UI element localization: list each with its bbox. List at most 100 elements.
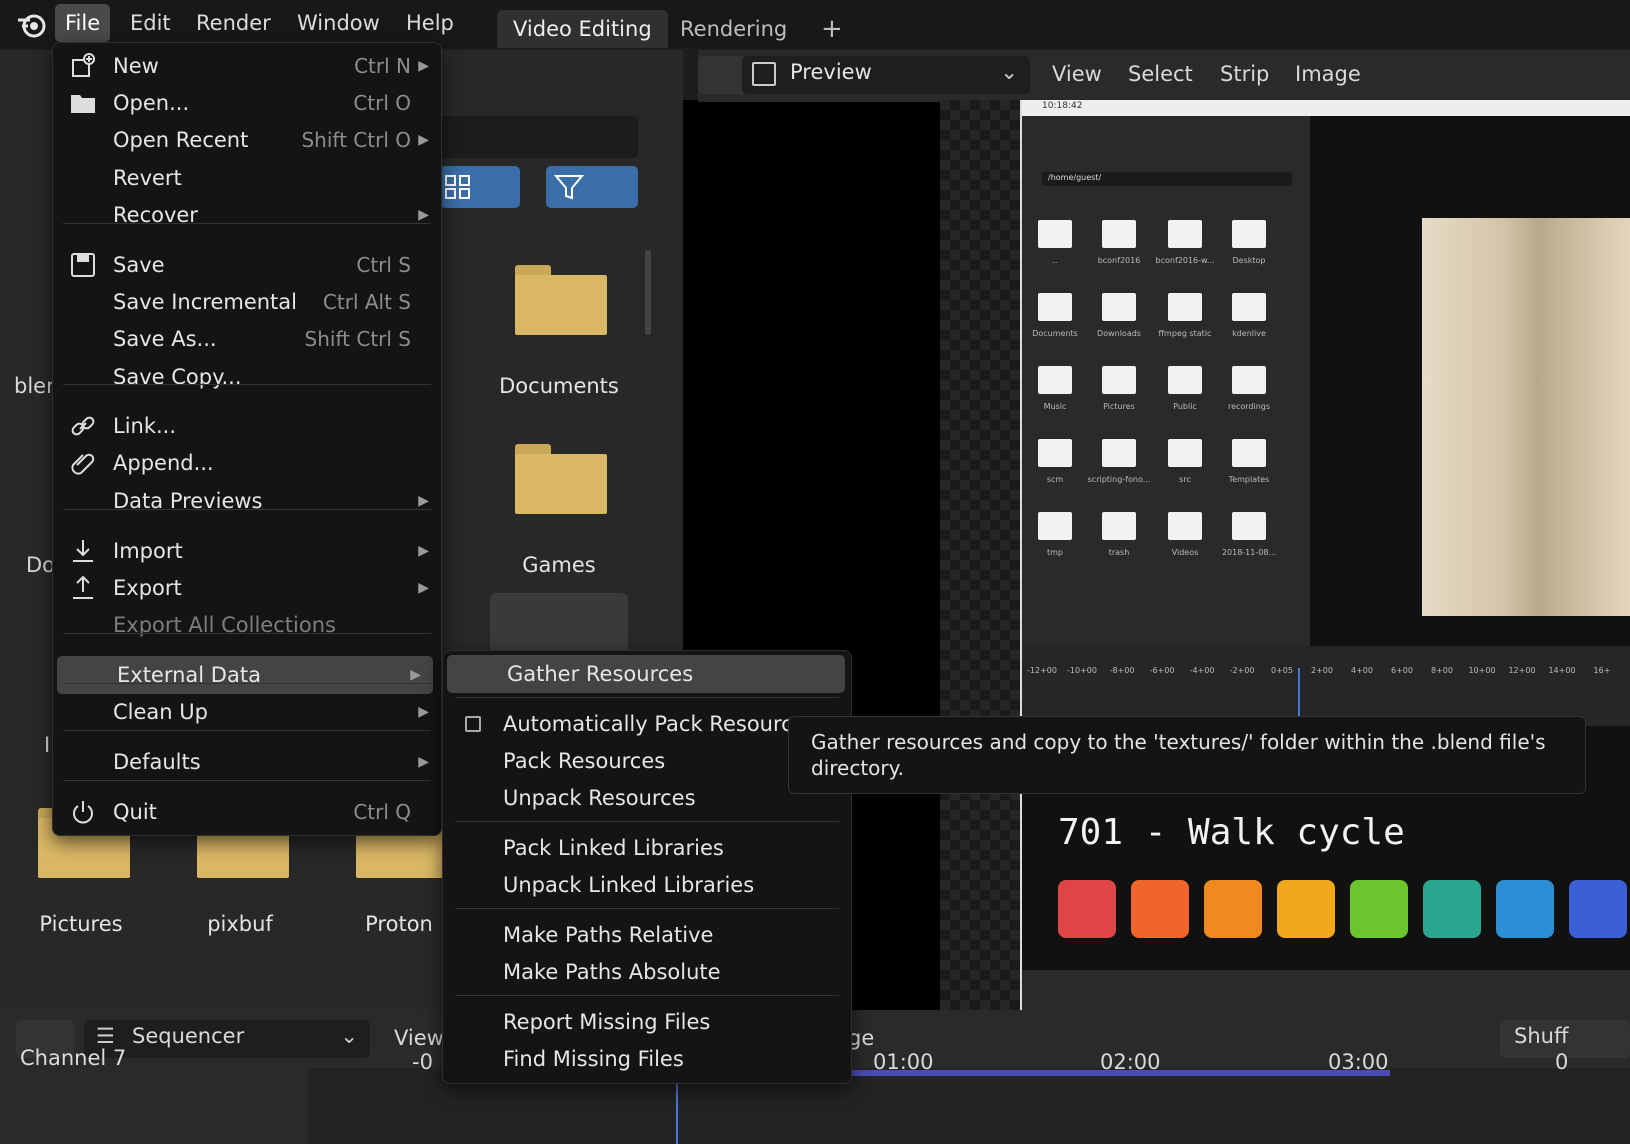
menu-separator [63, 683, 431, 684]
menu-window[interactable]: Window [287, 4, 390, 42]
sequencer-mode-label: Sequencer [132, 1024, 245, 1048]
file-menu-item-revert[interactable]: Revert [53, 159, 441, 197]
file-menu: New Ctrl N ▶ Open... Ctrl O Open Recent Shift … [52, 42, 442, 836]
file-menu-item-save-incremental[interactable]: Save Incremental Ctrl Alt S [53, 283, 441, 321]
external-menu-item-make-paths-relative[interactable]: Make Paths Relative [443, 916, 851, 954]
file-menu-item-data-previews[interactable]: Data Previews ▶ [53, 482, 441, 520]
mini-folder-label: Music [1043, 402, 1067, 411]
menu-separator [63, 633, 431, 634]
folder-label-partial: bler [14, 374, 55, 398]
app-icon [1423, 880, 1481, 938]
submenu-arrow-icon: ▶ [418, 132, 429, 148]
file-menu-item-append[interactable]: Append... [53, 444, 441, 482]
menu-item-label: Clean Up [113, 700, 208, 724]
menu-strip[interactable]: Strip [1220, 62, 1269, 86]
app-icon [1496, 880, 1554, 938]
menu-item-label: Automatically Pack Resources [503, 712, 817, 736]
file-menu-item-external-data[interactable]: External Data ▶ [57, 656, 433, 694]
checkbox[interactable] [465, 716, 481, 732]
folder-label-documents: Documents [499, 374, 619, 398]
external-menu-item-find-missing-files[interactable]: Find Missing Files [443, 1040, 851, 1078]
file-menu-item-open[interactable]: Open... Ctrl O [53, 84, 441, 122]
tooltip-line: Gather resources and copy to the 'textur… [811, 730, 1546, 754]
app-icon [1350, 880, 1408, 938]
grid-view-button[interactable] [440, 166, 520, 208]
menu-image[interactable]: Image [1295, 62, 1361, 86]
folder-icon[interactable] [515, 265, 607, 335]
scrollbar[interactable] [645, 250, 651, 335]
shortcut-label: Shift Ctrl O [301, 128, 411, 152]
file-menu-item-clean-up[interactable]: Clean Up ▶ [53, 693, 441, 731]
playhead[interactable] [676, 1082, 678, 1144]
menu-edit[interactable]: Edit [120, 4, 181, 42]
tab-rendering[interactable]: Rendering [664, 10, 803, 48]
file-menu-item-new[interactable]: New Ctrl N ▶ [53, 47, 441, 85]
mini-folder-label: bconf2016-w... [1155, 256, 1215, 265]
tab-video-editing[interactable]: Video Editing [497, 10, 668, 48]
selected-folder[interactable] [490, 593, 628, 653]
menu-file[interactable]: File [55, 4, 111, 42]
file-menu-item-export[interactable]: Export ▶ [53, 569, 441, 607]
folder-icon [1038, 366, 1072, 394]
sequencer-mode-select[interactable]: ☰ Sequencer ⌄ [84, 1020, 370, 1058]
folder-icon [1038, 220, 1072, 248]
blender-logo-icon[interactable] [14, 6, 50, 42]
folder-icon [1232, 512, 1266, 540]
file-menu-item-save[interactable]: Save Ctrl S [53, 246, 441, 284]
path-field[interactable] [440, 116, 638, 158]
mini-path: /home/guest/ [1042, 172, 1292, 186]
mini-tick-label: 12+00 [1508, 666, 1536, 675]
menu-item-label: Quit [113, 800, 157, 824]
folder-icon [1168, 512, 1202, 540]
submenu-arrow-icon: ▶ [418, 58, 429, 74]
menu-item-label: Make Paths Absolute [503, 960, 721, 984]
file-menu-item-defaults[interactable]: Defaults ▶ [53, 743, 441, 781]
external-menu-item-make-paths-absolute[interactable]: Make Paths Absolute [443, 953, 851, 991]
folder-icon[interactable] [515, 444, 607, 514]
add-workspace-icon[interactable]: + [805, 10, 859, 48]
shortcut-label: Ctrl Alt S [322, 290, 411, 314]
file-menu-item-save-copy[interactable]: Save Copy... [53, 358, 441, 396]
folder-icon [1102, 512, 1136, 540]
channel-panel [0, 1068, 308, 1144]
menu-item-label: Open Recent [113, 128, 249, 152]
chevron-down-icon: ⌄ [340, 1024, 358, 1048]
mini-folder-label: Downloads [1097, 329, 1141, 338]
file-menu-item-link[interactable]: Link... [53, 407, 441, 445]
file-menu-item-save-as[interactable]: Save As... Shift Ctrl S [53, 320, 441, 358]
mini-tick-label: 0+05 [1271, 666, 1293, 675]
submenu-arrow-icon: ▶ [418, 207, 429, 223]
menu-item-label: Gather Resources [507, 662, 694, 686]
file-menu-item-recover[interactable]: Recover ▶ [53, 196, 441, 234]
file-menu-item-import[interactable]: Import ▶ [53, 532, 441, 570]
external-menu-item-gather-resources[interactable]: Gather Resources [447, 655, 845, 693]
folder-icon [1038, 512, 1072, 540]
menu-render[interactable]: Render [186, 4, 281, 42]
external-menu-item-pack-linked-libraries[interactable]: Pack Linked Libraries [443, 829, 851, 867]
menu-view[interactable]: View [1052, 62, 1102, 86]
menu-help[interactable]: Help [396, 4, 464, 42]
menu-select[interactable]: Select [1128, 62, 1193, 86]
folder-icon [1038, 293, 1072, 321]
file-menu-item-quit[interactable]: Quit Ctrl Q [53, 793, 441, 831]
external-menu-item-unpack-linked-libraries[interactable]: Unpack Linked Libraries [443, 866, 851, 904]
submenu-arrow-icon: ▶ [410, 667, 421, 683]
submenu-arrow-icon: ▶ [418, 580, 429, 596]
caption-text: 701 - Walk cycle [1058, 812, 1405, 853]
folder-icon [1232, 220, 1266, 248]
external-menu-item-report-missing-files[interactable]: Report Missing Files [443, 1003, 851, 1041]
shortcut-label: Ctrl S [356, 253, 411, 277]
folder-icon [1168, 220, 1202, 248]
menu-item-label: Export All Collections [113, 613, 336, 637]
folder-icon [1102, 293, 1136, 321]
filter-button[interactable] [546, 166, 638, 208]
mini-tick-label: -4+00 [1189, 666, 1215, 675]
menu-item-label: Defaults [113, 750, 201, 774]
mini-folder-label: Documents [1032, 329, 1078, 338]
menu-view[interactable]: View [394, 1026, 444, 1050]
menu-item-label: Unpack Linked Libraries [503, 873, 755, 897]
file-menu-item-open-recent[interactable]: Open Recent Shift Ctrl O ▶ [53, 121, 441, 159]
preview-range-bar [850, 1070, 1390, 1076]
menu-item-label: New [113, 54, 159, 78]
preview-mode-select[interactable]: Preview ⌄ [742, 56, 1030, 94]
